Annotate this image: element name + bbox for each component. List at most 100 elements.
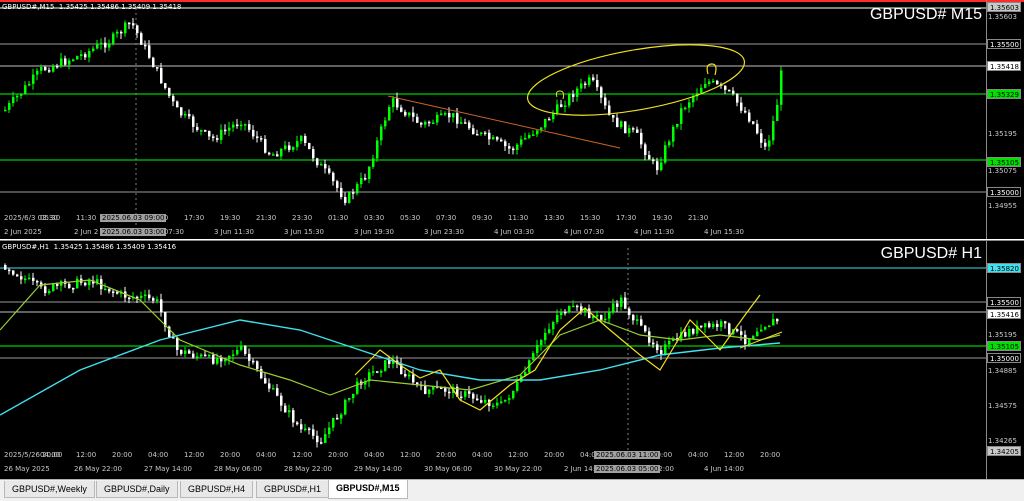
time-tick-label: 04:00 (688, 451, 709, 459)
date-tick-label: 4 Jun 11:30 (634, 228, 675, 236)
bull-candle (452, 113, 455, 118)
bear-candle (204, 130, 207, 132)
bull-candle (512, 390, 515, 399)
bull-candle (244, 124, 247, 126)
bull-candle (776, 104, 779, 122)
time-tick-label: 21:30 (688, 214, 709, 222)
time-tick-label: 07:30 (436, 214, 457, 222)
bear-candle (136, 25, 139, 34)
bull-candle (516, 144, 519, 150)
bull-candle (436, 114, 439, 123)
chart-tab-bar: GBPUSD#,Weekly GBPUSD#,Daily GBPUSD#,H4 … (0, 479, 1024, 501)
bull-candle (544, 332, 547, 341)
bear-candle (268, 152, 271, 155)
bull-candle (384, 360, 387, 371)
bear-candle (208, 130, 211, 137)
bull-candle (68, 60, 71, 65)
bear-candle (752, 121, 755, 124)
bear-candle (268, 383, 271, 389)
bear-candle (728, 89, 731, 92)
bull-candle (24, 278, 27, 281)
bull-candle (372, 158, 375, 167)
bull-candle (76, 56, 79, 60)
bull-candle (532, 353, 535, 361)
date-tick-label: 4 Jun 07:30 (564, 228, 605, 236)
bear-candle (716, 80, 719, 85)
bull-candle (24, 85, 27, 94)
bull-candle (104, 288, 107, 291)
bear-candle (140, 33, 143, 45)
bear-candle (572, 94, 575, 97)
bull-candle (228, 127, 231, 131)
bull-candle (608, 311, 611, 319)
bull-candle (140, 295, 143, 298)
bull-candle (376, 140, 379, 159)
bear-candle (180, 107, 183, 116)
bear-candle (180, 349, 183, 354)
bear-candle (176, 101, 179, 108)
bear-candle (176, 337, 179, 350)
crosshair-date-box: 2025.06.03 05:00 (594, 465, 661, 473)
bull-candle (520, 139, 523, 145)
bear-candle (316, 158, 319, 166)
crosshair-date-box: 2025.06.03 03:00 (100, 228, 167, 236)
chart-window-m15[interactable]: GBPUSD#,M15 1.35425 1.35486 1.35409 1.35… (0, 0, 1024, 239)
bear-candle (616, 303, 619, 307)
time-tick-label: 21:30 (256, 214, 277, 222)
price-label: 1.35075 (988, 167, 1017, 175)
bear-candle (736, 329, 739, 332)
bear-candle (740, 102, 743, 111)
bull-candle (576, 88, 579, 97)
bull-candle (676, 123, 679, 127)
bull-candle (88, 280, 91, 286)
tab-h4[interactable]: GBPUSD#,H4 (180, 481, 254, 498)
bear-candle (404, 111, 407, 116)
bull-candle (444, 113, 447, 115)
bull-candle (356, 381, 359, 394)
bear-candle (284, 405, 287, 413)
tab-m15[interactable]: GBPUSD#,M15 (328, 480, 408, 499)
bear-candle (332, 172, 335, 182)
time-tick-label: 20:00 (760, 451, 781, 459)
bull-candle (388, 107, 391, 121)
bull-candle (620, 297, 623, 307)
bear-candle (632, 128, 635, 130)
tab-h1[interactable]: GBPUSD#,H1 (256, 481, 330, 498)
bull-candle (392, 98, 395, 108)
bull-candle (620, 121, 623, 128)
bear-candle (692, 329, 695, 334)
m15-plot-area[interactable] (0, 0, 986, 239)
date-tick-label: 29 May 14:00 (354, 465, 403, 473)
bear-candle (172, 95, 175, 102)
bear-candle (20, 276, 23, 280)
bear-candle (548, 118, 551, 121)
bull-candle (216, 357, 219, 364)
bull-candle (612, 303, 615, 312)
h1-plot-area[interactable] (0, 240, 986, 479)
date-tick-label: 4 Jun 15:30 (704, 228, 745, 236)
bear-candle (44, 67, 47, 71)
bear-candle (220, 357, 223, 362)
time-tick-label: 17:30 (616, 214, 637, 222)
bull-candle (272, 154, 275, 156)
bull-candle (296, 141, 299, 148)
tab-weekly[interactable]: GBPUSD#,Weekly (4, 481, 95, 498)
bear-candle (8, 269, 11, 272)
bull-candle (516, 381, 519, 391)
time-tick-label: 23:30 (292, 214, 313, 222)
bull-candle (548, 329, 551, 333)
time-tick-label: 04:00 (472, 451, 493, 459)
bear-candle (156, 67, 159, 69)
bull-candle (240, 346, 243, 350)
bear-candle (276, 154, 279, 157)
bull-candle (428, 389, 431, 394)
tab-daily[interactable]: GBPUSD#,Daily (96, 481, 178, 498)
bear-candle (724, 321, 727, 324)
bear-candle (412, 112, 415, 117)
bull-candle (760, 329, 763, 332)
bear-candle (44, 286, 47, 294)
chart-window-h1[interactable]: GBPUSD#,H1 1.35425 1.35486 1.35409 1.354… (0, 240, 1024, 479)
bull-candle (220, 129, 223, 140)
bull-candle (532, 134, 535, 136)
bull-candle (116, 31, 119, 34)
